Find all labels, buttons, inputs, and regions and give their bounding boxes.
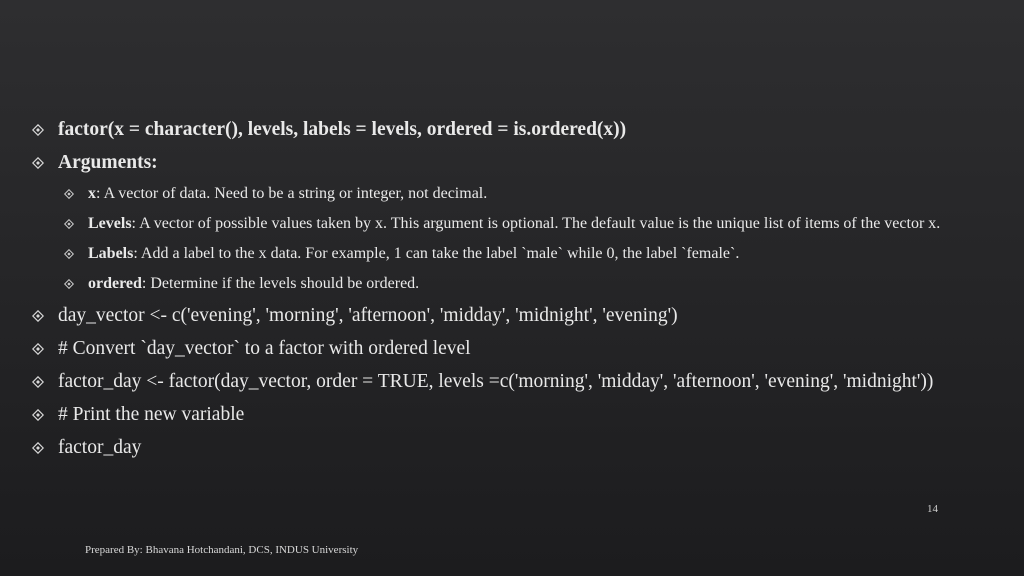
argument-levels-text: Levels: A vector of possible values take…	[88, 214, 992, 234]
sub-bullet-labels: Labels: Add a label to the x data. For e…	[64, 244, 992, 264]
factor-day-print-code: factor_day	[58, 437, 142, 458]
argument-term: x	[88, 185, 96, 202]
page-number: 14	[927, 503, 938, 515]
argument-description: : Add a label to the x data. For example…	[133, 245, 740, 262]
arguments-heading: Arguments:	[58, 152, 158, 173]
argument-term: Labels	[88, 245, 134, 262]
diamond-bullet-icon	[32, 343, 58, 355]
convert-comment-code: # Convert `day_vector` to a factor with …	[58, 338, 471, 359]
argument-labels-text: Labels: Add a label to the x data. For e…	[88, 244, 992, 264]
diamond-bullet-icon	[32, 442, 58, 454]
argument-ordered-text: ordered: Determine if the levels should …	[88, 274, 992, 294]
bullet-arguments-heading: Arguments:	[32, 151, 992, 174]
argument-term: Levels	[88, 215, 132, 232]
day-vector-code: day_vector <- c('evening', 'morning', 'a…	[58, 305, 678, 326]
diamond-bullet-icon	[64, 279, 88, 289]
factor-signature-text: factor(x = character(), levels, labels =…	[58, 119, 627, 140]
diamond-bullet-icon	[64, 189, 88, 199]
bullet-factor-signature: factor(x = character(), levels, labels =…	[32, 118, 992, 141]
bullet-factor-day: factor_day <- factor(day_vector, order =…	[32, 370, 992, 393]
diamond-bullet-icon	[32, 376, 58, 388]
diamond-bullet-icon	[32, 124, 58, 136]
sub-bullet-levels: Levels: A vector of possible values take…	[64, 214, 992, 234]
argument-description: : A vector of data. Need to be a string …	[96, 185, 488, 202]
diamond-bullet-icon	[32, 157, 58, 169]
sub-bullet-x: x: A vector of data. Need to be a string…	[64, 184, 992, 204]
bullet-factor-day-print: factor_day	[32, 436, 992, 459]
diamond-bullet-icon	[64, 249, 88, 259]
diamond-bullet-icon	[64, 219, 88, 229]
footer-credit: Prepared By: Bhavana Hotchandani, DCS, I…	[85, 544, 359, 556]
sub-bullet-ordered: ordered: Determine if the levels should …	[64, 274, 992, 294]
argument-term: ordered	[88, 275, 142, 292]
argument-x-text: x: A vector of data. Need to be a string…	[88, 184, 992, 204]
factor-day-code: factor_day <- factor(day_vector, order =…	[58, 371, 934, 392]
argument-description: : A vector of possible values taken by x…	[131, 215, 941, 232]
diamond-bullet-icon	[32, 310, 58, 322]
bullet-day-vector: day_vector <- c('evening', 'morning', 'a…	[32, 304, 992, 327]
bullet-convert-comment: # Convert `day_vector` to a factor with …	[32, 337, 992, 360]
argument-description: : Determine if the levels should be orde…	[141, 275, 420, 292]
slide-content: factor(x = character(), levels, labels =…	[32, 118, 992, 469]
bullet-print-comment: # Print the new variable	[32, 403, 992, 426]
print-comment-code: # Print the new variable	[58, 404, 245, 425]
diamond-bullet-icon	[32, 409, 58, 421]
